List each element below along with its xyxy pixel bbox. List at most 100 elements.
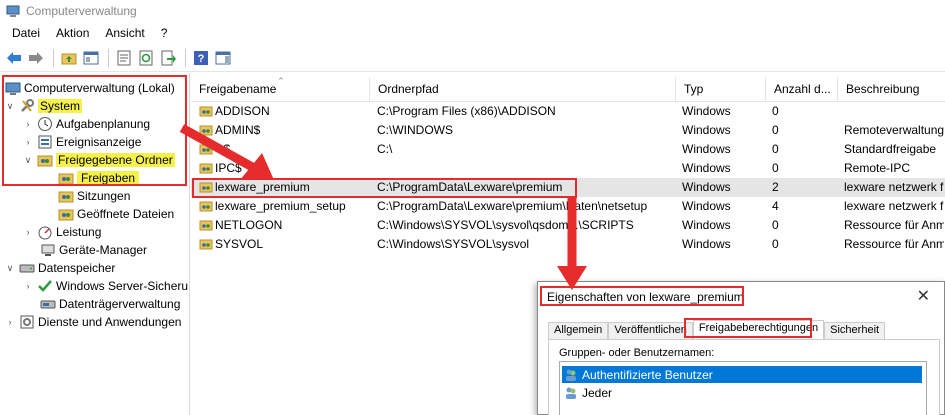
cell-desc: Remoteverwaltung <box>844 123 944 137</box>
users-icon <box>566 387 576 399</box>
tree-item-system[interactable]: ∨ System <box>4 97 83 115</box>
users-icon <box>566 369 576 381</box>
tab-allgemein[interactable]: Allgemein <box>548 322 609 340</box>
menu-ansicht[interactable]: Ansicht <box>97 26 152 40</box>
column-header-typ[interactable]: Typ <box>676 77 766 101</box>
tab-sicherheit[interactable]: Sicherheit <box>824 322 886 340</box>
tree-item-root[interactable]: Computerverwaltung (Lokal) <box>2 79 175 97</box>
cell-name: ADMIN$ <box>215 123 261 137</box>
export-icon <box>161 50 176 65</box>
menu-bar: Datei Aktion Ansicht ? <box>0 22 945 44</box>
properties-button[interactable] <box>114 48 134 68</box>
cell-desc: Ressource für Anm <box>844 237 944 251</box>
shared-folder-icon <box>37 155 53 167</box>
tree-item-aufgabenplanung[interactable]: › Aufgabenplanung <box>22 115 150 133</box>
properties-dialog: Eigenschaften von lexware_premium ✕ Allg… <box>537 281 945 415</box>
help-icon: ? <box>194 50 208 65</box>
chevron-right-icon[interactable]: › <box>22 119 34 129</box>
cell-name: ADDISON <box>215 104 270 118</box>
cell-count: 0 <box>772 104 779 118</box>
chevron-down-icon[interactable]: ∨ <box>4 263 16 274</box>
toolbar-separator <box>185 48 186 67</box>
shared-folder-icon <box>199 106 213 117</box>
cell-desc: Ressource für Anm <box>844 218 944 232</box>
cell-type: Windows <box>682 142 731 156</box>
tree-item-datenspeicher[interactable]: ∨ Datenspeicher <box>4 259 116 277</box>
title-bar: Computerverwaltung <box>0 0 945 22</box>
arrow-left-icon <box>7 51 21 64</box>
tree-item-freigaben[interactable]: Freigaben <box>55 169 140 187</box>
menu-help[interactable]: ? <box>153 26 176 40</box>
table-row[interactable]: NETLOGON C:\Windows\SYSVOL\sysvol\qsdom..… <box>191 216 945 235</box>
chevron-right-icon[interactable]: › <box>22 281 34 291</box>
tree-item-geraete-manager[interactable]: Geräte-Manager <box>37 241 147 259</box>
table-row[interactable]: C$ C:\ Windows 0 Standardfreigabe <box>191 140 945 159</box>
up-folder-button[interactable] <box>59 48 79 68</box>
cell-name: lexware_premium <box>215 180 310 194</box>
chevron-right-icon[interactable]: › <box>22 227 34 237</box>
sessions-icon <box>58 191 74 203</box>
list-item-authentifizierte-benutzer[interactable]: Authentifizierte Benutzer <box>562 366 922 383</box>
disk-management-icon <box>40 300 56 309</box>
cell-type: Windows <box>682 104 731 118</box>
cell-count: 0 <box>772 161 779 175</box>
event-viewer-icon <box>38 135 52 149</box>
back-button[interactable] <box>4 48 24 68</box>
tab-freigabeberechtigungen[interactable]: Freigabeberechtigungen <box>692 320 825 340</box>
svg-text:?: ? <box>198 53 205 65</box>
services-icon <box>20 315 34 329</box>
menu-datei[interactable]: Datei <box>4 26 48 40</box>
group-list: Authentifizierte Benutzer Jeder <box>559 361 927 415</box>
chevron-right-icon[interactable]: › <box>22 137 34 147</box>
refresh-button[interactable] <box>136 48 156 68</box>
shared-folder-icon <box>199 163 213 174</box>
tree-label-leistung: Leistung <box>56 225 102 239</box>
column-header-anzahl[interactable]: Anzahl d... <box>766 77 838 101</box>
shared-folder-icon <box>199 220 213 231</box>
cell-path: C:\WINDOWS <box>377 123 453 137</box>
computer-management-icon <box>5 82 21 95</box>
tab-veroeffentlichen[interactable]: Veröffentlichen <box>608 322 693 340</box>
toolbar-separator <box>53 48 54 67</box>
table-row[interactable]: lexware_premium_setup C:\ProgramData\Lexw… <box>191 197 945 216</box>
column-header-ordnerpfad[interactable]: Ordnerpfad <box>370 77 676 101</box>
table-row[interactable]: lexware_premium C:\ProgramData\Lexware\pr… <box>191 178 945 197</box>
table-row[interactable]: ADDISON C:\Program Files (x86)\ADDISON Win… <box>191 102 945 121</box>
list-item-jeder[interactable]: Jeder <box>562 384 922 401</box>
column-header-freigabename[interactable]: ⌃ Freigabename <box>191 76 370 101</box>
tree-item-ereignisanzeige[interactable]: › Ereignisanzeige <box>22 133 142 151</box>
cell-type: Windows <box>682 199 731 213</box>
device-manager-icon <box>41 244 55 256</box>
cell-type: Windows <box>682 123 731 137</box>
chevron-right-icon[interactable]: › <box>4 317 16 327</box>
cell-name: lexware_premium_setup <box>215 199 346 213</box>
console-tree: Computerverwaltung (Lokal) ∨ System › Au… <box>0 73 190 415</box>
cell-name: NETLOGON <box>215 218 283 232</box>
forward-button[interactable] <box>26 48 46 68</box>
tree-item-geoeffnete-dateien[interactable]: Geöffnete Dateien <box>55 205 174 223</box>
menu-aktion[interactable]: Aktion <box>48 26 97 40</box>
export-list-button[interactable] <box>158 48 178 68</box>
show-hide-tree-button[interactable] <box>81 48 101 68</box>
shared-folder-icon <box>199 201 213 212</box>
tree-item-freigegebene-ordner[interactable]: ∨ Freigegebene Ordner <box>22 151 175 169</box>
refresh-icon <box>139 50 153 65</box>
table-row[interactable]: SYSVOL C:\Windows\SYSVOL\sysvol Windows 0 Re… <box>191 235 945 254</box>
tree-item-sitzungen[interactable]: Sitzungen <box>55 187 130 205</box>
chevron-down-icon[interactable]: ∨ <box>22 155 34 166</box>
action-pane-button[interactable] <box>213 48 233 68</box>
cell-path: C:\Windows\SYSVOL\sysvol <box>377 237 530 251</box>
tree-item-leistung[interactable]: › Leistung <box>22 223 101 241</box>
table-row[interactable]: IPC$ Windows 0 Remote-IPC <box>191 159 945 178</box>
tree-label-freigaben: Freigaben <box>77 171 140 185</box>
tree-item-datentraegerverwaltung[interactable]: Datenträgerverwaltung <box>37 295 180 313</box>
tree-item-dienste[interactable]: › Dienste und Anwendungen <box>4 313 182 331</box>
close-icon[interactable]: ✕ <box>917 286 930 306</box>
chevron-down-icon[interactable]: ∨ <box>4 101 16 112</box>
tree-item-windows-server-sicherung[interactable]: › Windows Server-Sicheru <box>22 277 189 295</box>
column-header-beschreibung[interactable]: Beschreibung <box>838 77 945 101</box>
table-row[interactable]: ADMIN$ C:\WINDOWS Windows 0 Remoteverwaltung <box>191 121 945 140</box>
clock-icon <box>38 117 52 131</box>
tools-icon <box>21 99 34 112</box>
help-button[interactable]: ? <box>191 48 211 68</box>
